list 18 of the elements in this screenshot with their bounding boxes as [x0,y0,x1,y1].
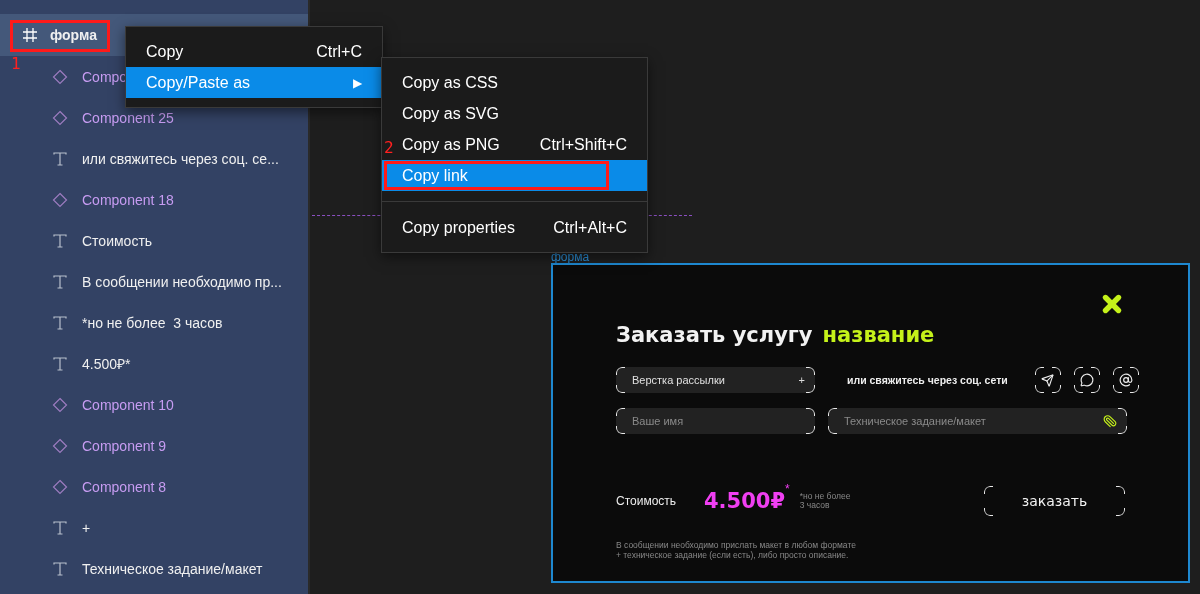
price-label: Стоимость [616,494,678,508]
title-text: Заказать услугу [616,323,813,347]
shortcut-text: Ctrl+Alt+C [553,218,627,237]
shortcut-text: Ctrl+Shift+C [539,135,627,154]
price-mark: * [785,482,790,496]
plus-sign: + [798,374,805,386]
footnote-text: В сообщении необходимо прислать макет в любом формате [616,540,857,550]
footnote-text: + техническое задание (если есть), либо просто описание. [616,550,850,560]
price-note: *но не более [799,492,851,501]
contact-text: или свяжитесь через соц. сети [847,374,1008,386]
price-note: 3 часов [799,501,831,510]
price-value: 4.500₽ [704,489,786,513]
annotation-number: 1 [11,54,21,73]
annotation-number: 2 [384,138,394,157]
shortcut-text: Ctrl+C [316,42,362,61]
layer-name: форма [50,27,97,43]
title-accent: название [822,323,935,347]
submenu-arrow: ▶ [353,75,362,90]
